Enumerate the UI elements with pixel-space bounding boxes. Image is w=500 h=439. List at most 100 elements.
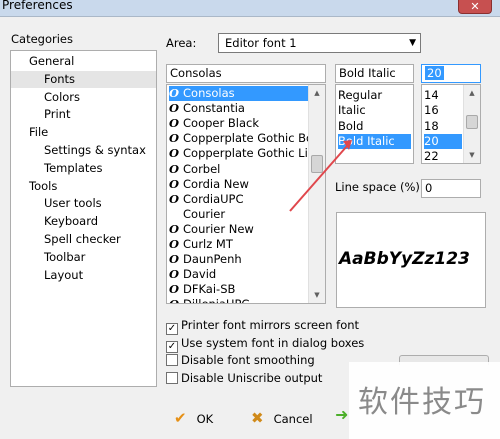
size-list-scrollbar[interactable]: ▲ ▼ bbox=[463, 85, 480, 163]
font-size-value: 20 bbox=[425, 66, 444, 80]
category-general[interactable]: General bbox=[29, 53, 74, 70]
font-list-item[interactable]: ODilleniaUPC bbox=[169, 297, 308, 303]
font-list-item[interactable]: O Curlz MT bbox=[169, 237, 308, 252]
size-list-item[interactable]: 22 bbox=[424, 149, 462, 163]
scroll-up-icon[interactable]: ▲ bbox=[464, 85, 480, 101]
font-size-input[interactable]: 20 bbox=[421, 64, 481, 83]
font-type-icon: O bbox=[169, 252, 180, 267]
font-list-item[interactable]: O Consolas bbox=[169, 86, 308, 101]
font-type-icon: O bbox=[169, 116, 180, 131]
font-type-icon: O bbox=[169, 237, 180, 251]
font-list-scrollbar[interactable]: ▲ ▼ bbox=[308, 85, 325, 303]
arrow-icon[interactable]: ➜ bbox=[335, 405, 348, 424]
unchecked-box-icon[interactable] bbox=[166, 354, 178, 367]
font-type-icon: O bbox=[169, 267, 180, 282]
font-type-icon: O bbox=[169, 86, 180, 100]
category-print[interactable]: Print bbox=[44, 106, 70, 123]
font-list-label: Copperplate Gothic Bold bbox=[183, 131, 324, 146]
font-list-label: Curlz MT bbox=[183, 237, 233, 251]
checked-box-icon[interactable]: ✓ bbox=[166, 323, 178, 335]
scroll-up-icon[interactable]: ▲ bbox=[309, 85, 325, 101]
font-list-item[interactable]: O Copperplate Gothic Light bbox=[169, 146, 325, 161]
font-type-icon: O bbox=[169, 101, 180, 116]
option-label: Use system font in dialog boxes bbox=[181, 335, 365, 350]
font-list-label: Courier bbox=[183, 206, 226, 221]
font-type-icon: O bbox=[169, 176, 180, 191]
font-list-item[interactable]: O DaunPenh bbox=[169, 252, 308, 267]
category-toolbar[interactable]: Toolbar bbox=[44, 249, 85, 266]
line-space-input[interactable]: 0 bbox=[421, 179, 481, 198]
option-checkbox[interactable]: Disable Uniscribe output bbox=[166, 370, 322, 386]
close-button[interactable]: ✕ bbox=[458, 0, 492, 14]
font-list-item[interactable]: Courier bbox=[169, 207, 308, 222]
font-list-item[interactable]: O Corbel bbox=[169, 162, 308, 177]
category-tools[interactable]: Tools bbox=[29, 178, 57, 195]
font-style-list[interactable]: Regular Italic Bold Bold Italic bbox=[335, 84, 414, 164]
font-style-input[interactable]: Bold Italic bbox=[335, 64, 414, 83]
line-space-label: Line space (%): bbox=[335, 180, 424, 194]
font-list-item[interactable]: O Courier New bbox=[169, 222, 308, 237]
font-type-icon: O bbox=[169, 191, 180, 206]
option-label: Printer font mirrors screen font bbox=[181, 318, 360, 332]
category-user-tools[interactable]: User tools bbox=[44, 195, 102, 212]
cancel-button[interactable]: ✖ Cancel bbox=[251, 407, 313, 429]
style-list-item[interactable]: Bold bbox=[338, 119, 411, 134]
font-list-label: DilleniaUPC bbox=[183, 297, 249, 303]
checked-box-icon[interactable]: ✓ bbox=[166, 340, 178, 353]
font-list-label: DaunPenh bbox=[183, 252, 242, 267]
scroll-down-icon[interactable]: ▼ bbox=[464, 147, 480, 163]
font-size-list[interactable]: 22 20 18 16 14 ▲ ▼ bbox=[421, 84, 481, 164]
category-fonts[interactable]: Fonts bbox=[11, 70, 156, 88]
category-settings-syntax[interactable]: Settings & syntax bbox=[44, 142, 146, 159]
font-preview: AaBbYyZz123 bbox=[336, 212, 486, 308]
ok-button[interactable]: ✔ OK bbox=[174, 407, 213, 429]
scroll-thumb[interactable] bbox=[311, 155, 323, 173]
chevron-down-icon: ▼ bbox=[409, 38, 416, 48]
categories-label: Categories bbox=[11, 32, 73, 46]
option-checkbox[interactable]: ✓ Printer font mirrors screen font bbox=[166, 317, 360, 335]
style-list-item[interactable]: Bold Italic bbox=[338, 133, 411, 149]
category-layout[interactable]: Layout bbox=[44, 267, 83, 284]
category-colors[interactable]: Colors bbox=[44, 89, 80, 106]
font-list-label: Consolas bbox=[183, 86, 235, 100]
checkmark-icon: ✔ bbox=[174, 409, 187, 427]
style-list-item[interactable]: Italic bbox=[338, 103, 411, 118]
area-value: Editor font 1 bbox=[225, 36, 297, 50]
size-list-item[interactable]: 18 bbox=[424, 119, 462, 134]
scroll-down-icon[interactable]: ▼ bbox=[309, 287, 325, 303]
style-list-item[interactable]: Regular bbox=[338, 88, 411, 103]
font-list-label: CordiaUPC bbox=[183, 191, 244, 206]
window-title: Preferences bbox=[2, 0, 73, 12]
font-list-item[interactable]: O Cooper Black bbox=[169, 116, 308, 131]
size-list-item[interactable]: 14 bbox=[424, 88, 462, 103]
category-templates[interactable]: Templates bbox=[44, 160, 102, 177]
option-checkbox[interactable]: Disable font smoothing bbox=[166, 352, 315, 368]
font-name-list[interactable]: ODilleniaUPCODFKai-SBODavidODaunPenhOCur… bbox=[166, 84, 326, 304]
cancel-label: Cancel bbox=[273, 412, 313, 426]
option-checkbox[interactable]: ✓ Use system font in dialog boxes bbox=[166, 335, 365, 353]
option-label: Disable Uniscribe output bbox=[181, 371, 323, 386]
font-list-label: Constantia bbox=[183, 101, 245, 116]
size-list-item[interactable]: 20 bbox=[424, 133, 462, 149]
font-list-item[interactable]: O Cordia New bbox=[169, 177, 308, 192]
categories-tree[interactable]: General Fonts Colors Print File Settings & sy… bbox=[10, 50, 157, 387]
font-type-icon: O bbox=[169, 221, 180, 236]
size-list-item[interactable]: 16 bbox=[424, 103, 462, 118]
font-name-input[interactable]: Consolas bbox=[166, 64, 326, 83]
font-list-item[interactable]: O DFKai-SB bbox=[169, 282, 308, 297]
category-file[interactable]: File bbox=[29, 124, 48, 141]
font-list-item[interactable]: O David bbox=[169, 267, 308, 282]
category-keyboard[interactable]: Keyboard bbox=[44, 213, 98, 230]
font-list-label: Cordia New bbox=[183, 176, 249, 191]
category-spell-checker[interactable]: Spell checker bbox=[44, 231, 121, 248]
option-label: Disable font smoothing bbox=[181, 353, 315, 368]
scroll-thumb[interactable] bbox=[466, 115, 478, 129]
font-list-label: Corbel bbox=[183, 161, 221, 176]
font-list-item[interactable]: O Constantia bbox=[169, 101, 308, 116]
area-select[interactable]: Editor font 1 ▼ bbox=[218, 33, 421, 53]
font-list-label: Cooper Black bbox=[183, 116, 259, 131]
font-list-item[interactable]: O CordiaUPC bbox=[169, 192, 308, 207]
font-list-item[interactable]: O Copperplate Gothic Bold bbox=[169, 131, 324, 146]
font-list-label: Copperplate Gothic Light bbox=[183, 146, 326, 161]
unchecked-box-icon[interactable] bbox=[166, 372, 178, 385]
